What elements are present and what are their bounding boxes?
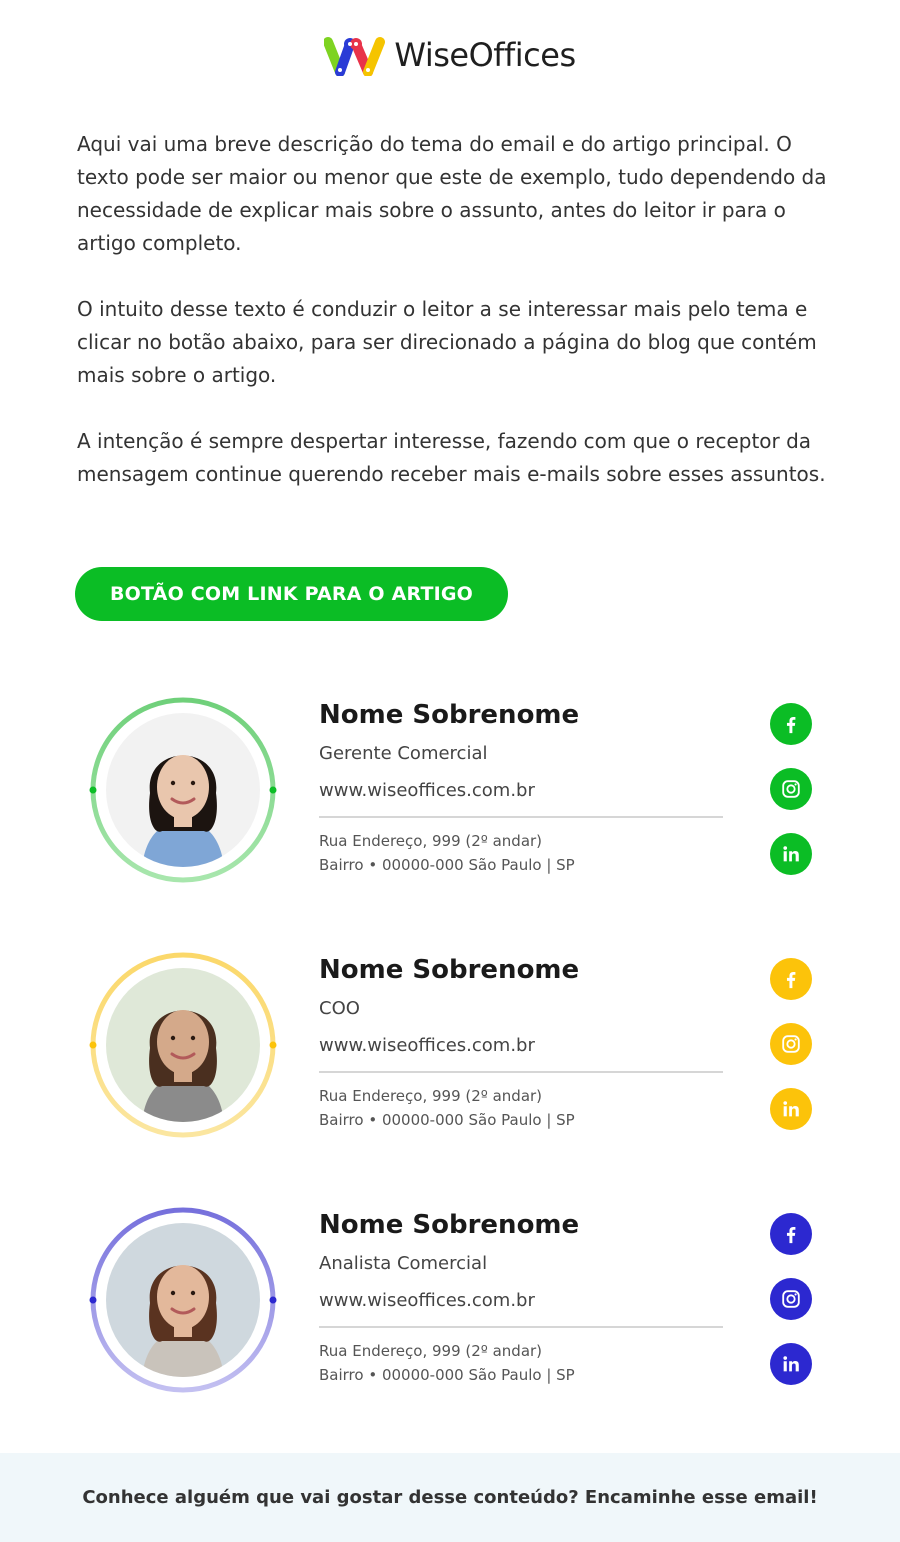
avatar bbox=[106, 968, 260, 1122]
avatar bbox=[106, 1223, 260, 1377]
intro-paragraph: A intenção é sempre despertar interesse,… bbox=[77, 429, 826, 486]
divider bbox=[319, 1326, 723, 1328]
address-line: Rua Endereço, 999 (2º andar) bbox=[319, 1087, 543, 1105]
member-name: Nome Sobrenome bbox=[319, 1210, 580, 1240]
member-name: Nome Sobrenome bbox=[319, 700, 580, 730]
avatar bbox=[106, 713, 260, 867]
intro-paragraph: O intuito desse texto é conduzir o leito… bbox=[77, 297, 817, 387]
wiseoffices-logo-icon[interactable] bbox=[323, 36, 386, 77]
team-member-card: Nome Sobrenome Gerente Comercial www.wis… bbox=[0, 696, 900, 916]
intro-text: Aqui vai uma breve descrição do tema do … bbox=[77, 128, 837, 524]
website-link[interactable]: www.wiseoffices.com.br bbox=[319, 780, 535, 801]
instagram-icon[interactable] bbox=[770, 768, 812, 810]
member-role: COO bbox=[319, 998, 360, 1019]
facebook-icon[interactable] bbox=[770, 958, 812, 1000]
address-line: Bairro • 00000-000 São Paulo | SP bbox=[319, 1111, 575, 1129]
member-name: Nome Sobrenome bbox=[319, 955, 580, 985]
address-line: Bairro • 00000-000 São Paulo | SP bbox=[319, 1366, 575, 1384]
linkedin-icon[interactable] bbox=[770, 833, 812, 875]
instagram-icon[interactable] bbox=[770, 1023, 812, 1065]
address-line: Rua Endereço, 999 (2º andar) bbox=[319, 1342, 543, 1360]
brand-name: WiseOffices bbox=[394, 36, 576, 74]
instagram-icon[interactable] bbox=[770, 1278, 812, 1320]
facebook-icon[interactable] bbox=[770, 1213, 812, 1255]
footer-forward-message: Conhece alguém que vai gostar desse cont… bbox=[0, 1453, 900, 1542]
website-link[interactable]: www.wiseoffices.com.br bbox=[319, 1035, 535, 1056]
header: WiseOffices bbox=[0, 0, 900, 110]
team-member-card: Nome Sobrenome Analista Comercial www.wi… bbox=[0, 1206, 900, 1426]
article-link-button[interactable]: BOTÃO COM LINK PARA O ARTIGO bbox=[75, 567, 508, 621]
divider bbox=[319, 816, 723, 818]
member-role: Gerente Comercial bbox=[319, 743, 488, 764]
linkedin-icon[interactable] bbox=[770, 1343, 812, 1385]
website-link[interactable]: www.wiseoffices.com.br bbox=[319, 1290, 535, 1311]
address-line: Rua Endereço, 999 (2º andar) bbox=[319, 832, 543, 850]
team-member-card: Nome Sobrenome COO www.wiseoffices.com.b… bbox=[0, 951, 900, 1171]
divider bbox=[319, 1071, 723, 1073]
facebook-icon[interactable] bbox=[770, 703, 812, 745]
address-line: Bairro • 00000-000 São Paulo | SP bbox=[319, 856, 575, 874]
intro-paragraph: Aqui vai uma breve descrição do tema do … bbox=[77, 132, 827, 255]
member-role: Analista Comercial bbox=[319, 1253, 488, 1274]
linkedin-icon[interactable] bbox=[770, 1088, 812, 1130]
